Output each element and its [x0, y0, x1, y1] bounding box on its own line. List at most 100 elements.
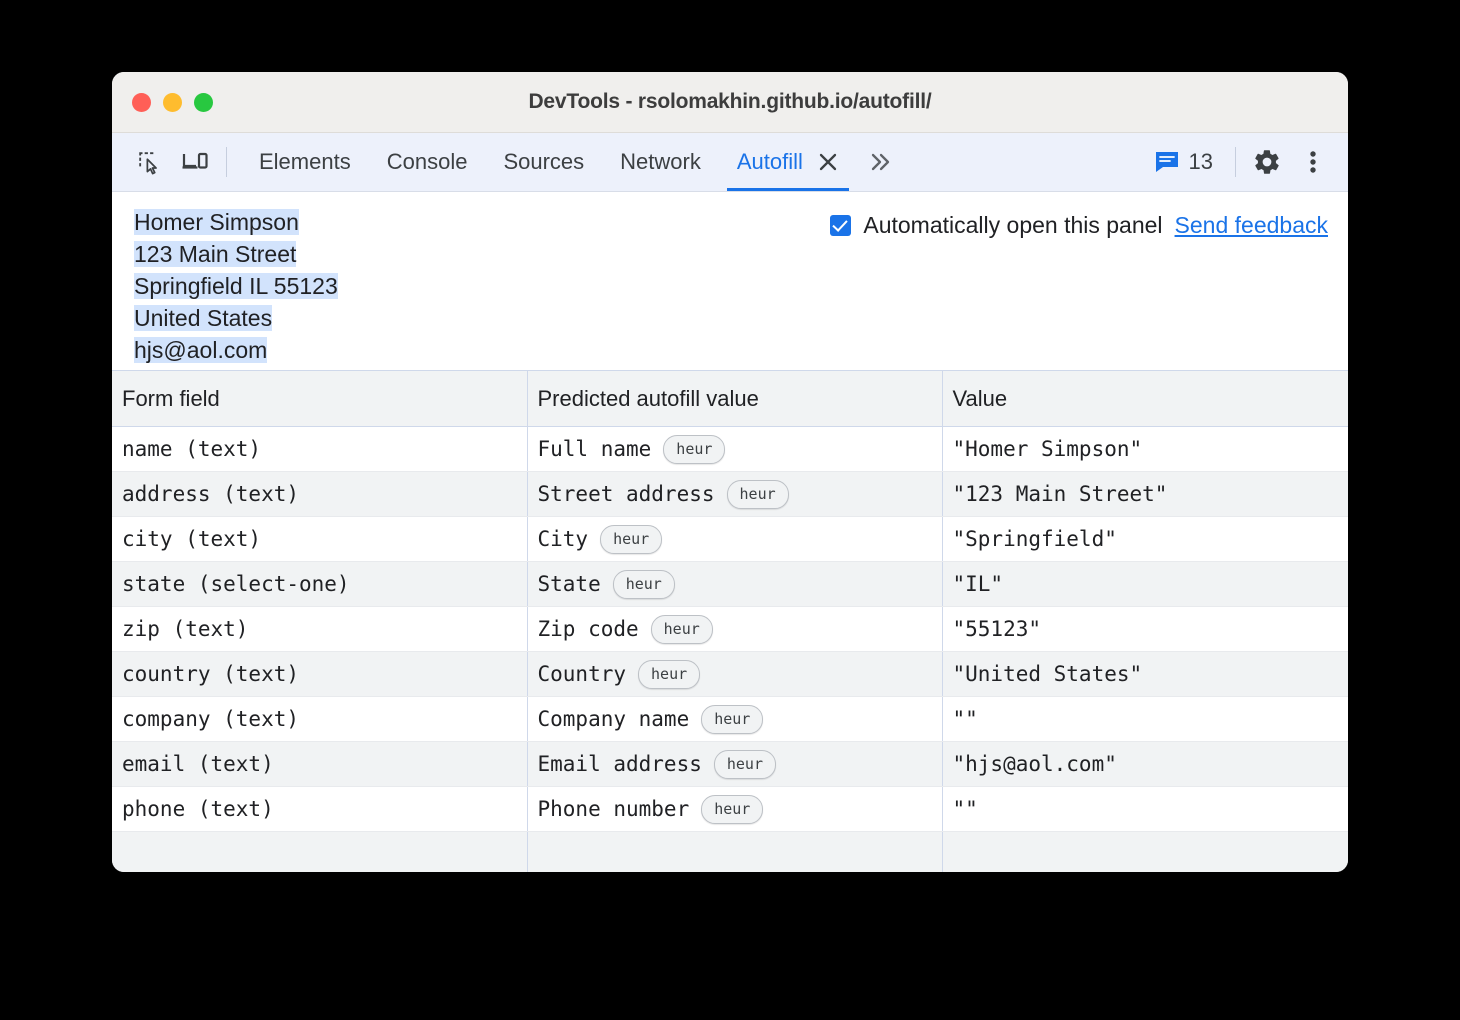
maximize-window-button[interactable] — [194, 93, 213, 112]
tab-label: Autofill — [737, 149, 803, 175]
cell-form-field: address (text) — [112, 472, 527, 517]
cell-form-field: city (text) — [112, 517, 527, 562]
cell-empty — [112, 832, 527, 873]
auto-open-checkbox[interactable] — [830, 215, 851, 236]
panel-options: Automatically open this panel Send feedb… — [830, 206, 1328, 239]
chevron-double-right-icon — [867, 151, 893, 173]
table-header-row: Form field Predicted autofill value Valu… — [112, 371, 1348, 427]
heuristic-badge: heur — [727, 480, 789, 509]
column-header-prediction[interactable]: Predicted autofill value — [527, 371, 942, 427]
cell-form-field: zip (text) — [112, 607, 527, 652]
prediction-label: Phone number — [538, 797, 690, 821]
issues-button[interactable]: 13 — [1140, 149, 1227, 175]
cell-prediction: Full name heur — [527, 427, 942, 472]
cell-prediction: Zip code heur — [527, 607, 942, 652]
send-feedback-link[interactable]: Send feedback — [1175, 212, 1328, 239]
window-title: DevTools - rsolomakhin.github.io/autofil… — [112, 90, 1348, 114]
table-row[interactable]: address (text) Street address heur "123 … — [112, 472, 1348, 517]
address-line-email: hjs@aol.com — [134, 337, 267, 363]
tab-label: Elements — [259, 149, 351, 175]
tab-console[interactable]: Console — [369, 133, 486, 191]
heuristic-badge: heur — [701, 705, 763, 734]
cell-form-field: company (text) — [112, 697, 527, 742]
heuristic-badge: heur — [600, 525, 662, 554]
cell-value: "Homer Simpson" — [942, 427, 1348, 472]
tab-sources[interactable]: Sources — [485, 133, 602, 191]
table-body: name (text) Full name heur "Homer Simpso… — [112, 427, 1348, 873]
devtools-toolbar: Elements Console Sources Network Autofil… — [112, 133, 1348, 192]
autofill-panel-header: Homer Simpson 123 Main Street Springfiel… — [112, 192, 1348, 370]
cell-prediction: State heur — [527, 562, 942, 607]
settings-button[interactable] — [1244, 147, 1290, 177]
close-window-button[interactable] — [132, 93, 151, 112]
column-header-value[interactable]: Value — [942, 371, 1348, 427]
toolbar-divider — [226, 147, 227, 177]
address-preview: Homer Simpson 123 Main Street Springfiel… — [134, 206, 338, 366]
address-line-city-state-zip: Springfield IL 55123 — [134, 273, 338, 299]
cell-value: "IL" — [942, 562, 1348, 607]
minimize-window-button[interactable] — [163, 93, 182, 112]
table-row[interactable]: state (select-one) State heur "IL" — [112, 562, 1348, 607]
tab-autofill[interactable]: Autofill — [719, 133, 857, 191]
prediction-label: Zip code — [538, 617, 639, 641]
cell-form-field: name (text) — [112, 427, 527, 472]
heuristic-badge: heur — [701, 795, 763, 824]
prediction-label: Street address — [538, 482, 715, 506]
cell-form-field: phone (text) — [112, 787, 527, 832]
tab-label: Console — [387, 149, 468, 175]
table-row[interactable]: email (text) Email address heur "hjs@aol… — [112, 742, 1348, 787]
prediction-label: Full name — [538, 437, 652, 461]
prediction-label: City — [538, 527, 589, 551]
cell-form-field: country (text) — [112, 652, 527, 697]
toolbar-divider-right — [1235, 147, 1236, 177]
heuristic-badge: heur — [663, 435, 725, 464]
address-line-country: United States — [134, 305, 272, 331]
devtools-window: DevTools - rsolomakhin.github.io/autofil… — [112, 72, 1348, 872]
table-head: Form field Predicted autofill value Valu… — [112, 371, 1348, 427]
inspect-element-icon — [136, 149, 162, 175]
column-header-form-field[interactable]: Form field — [112, 371, 527, 427]
table-row[interactable]: phone (text) Phone number heur "" — [112, 787, 1348, 832]
cell-value: "123 Main Street" — [942, 472, 1348, 517]
autofill-fields-table: Form field Predicted autofill value Valu… — [112, 370, 1348, 872]
heuristic-badge: heur — [714, 750, 776, 779]
table-row[interactable]: company (text) Company name heur "" — [112, 697, 1348, 742]
heuristic-badge: heur — [638, 660, 700, 689]
cell-prediction: Country heur — [527, 652, 942, 697]
cell-prediction: Email address heur — [527, 742, 942, 787]
cell-prediction: Company name heur — [527, 697, 942, 742]
table-row[interactable]: country (text) Country heur "United Stat… — [112, 652, 1348, 697]
cell-value: "Springfield" — [942, 517, 1348, 562]
table-row-empty — [112, 832, 1348, 873]
close-autofill-tab-button[interactable] — [817, 151, 839, 173]
more-tabs-button[interactable] — [857, 133, 903, 191]
address-line-name: Homer Simpson — [134, 209, 299, 235]
tab-network[interactable]: Network — [602, 133, 719, 191]
device-toolbar-icon — [181, 149, 209, 175]
issues-message-icon — [1154, 150, 1180, 174]
cell-value: "" — [942, 787, 1348, 832]
cell-empty — [527, 832, 942, 873]
prediction-label: Company name — [538, 707, 690, 731]
kebab-menu-icon — [1303, 148, 1323, 176]
cell-value: "55123" — [942, 607, 1348, 652]
cell-value: "" — [942, 697, 1348, 742]
inspect-element-button[interactable] — [126, 133, 172, 191]
auto-open-label[interactable]: Automatically open this panel — [863, 212, 1162, 239]
device-toolbar-button[interactable] — [172, 133, 218, 191]
toolbar-right-group: 13 — [1140, 133, 1348, 191]
cell-prediction: City heur — [527, 517, 942, 562]
cell-form-field: state (select-one) — [112, 562, 527, 607]
heuristic-badge: heur — [613, 570, 675, 599]
more-options-button[interactable] — [1290, 148, 1336, 176]
panel-tabs: Elements Console Sources Network Autofil… — [241, 133, 903, 191]
table-row[interactable]: city (text) City heur "Springfield" — [112, 517, 1348, 562]
cell-empty — [942, 832, 1348, 873]
cell-form-field: email (text) — [112, 742, 527, 787]
tab-elements[interactable]: Elements — [241, 133, 369, 191]
address-line-street: 123 Main Street — [134, 241, 296, 267]
cell-value: "hjs@aol.com" — [942, 742, 1348, 787]
table-row[interactable]: name (text) Full name heur "Homer Simpso… — [112, 427, 1348, 472]
prediction-label: State — [538, 572, 601, 596]
table-row[interactable]: zip (text) Zip code heur "55123" — [112, 607, 1348, 652]
